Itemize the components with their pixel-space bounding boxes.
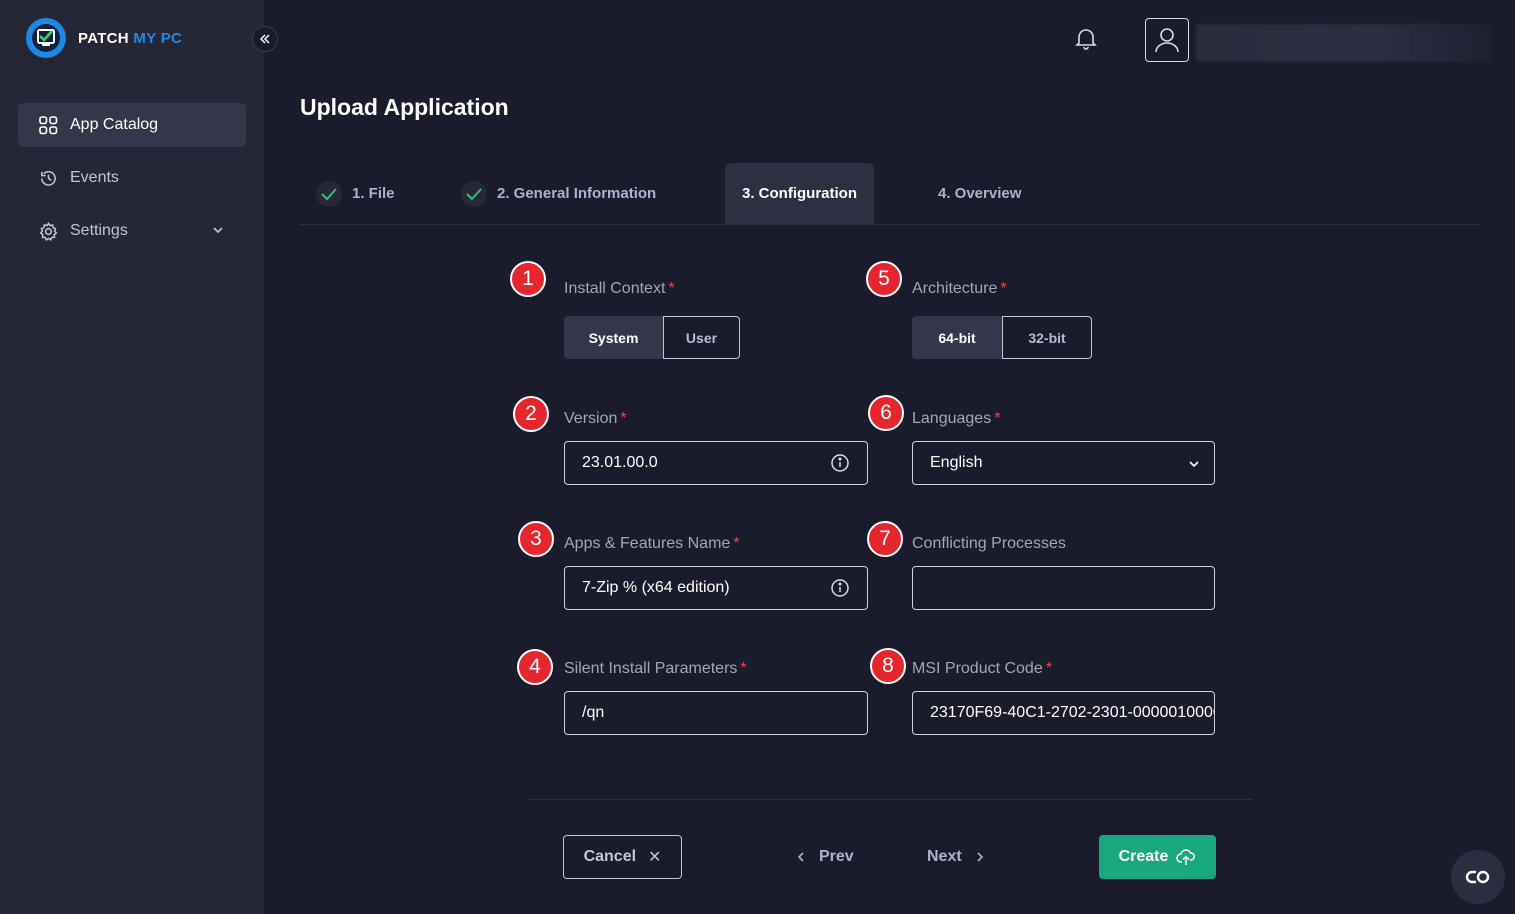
step-badge: 6 — [868, 395, 904, 431]
history-icon — [38, 168, 58, 188]
tab-general-information[interactable]: 2. General Information — [461, 163, 656, 224]
languages-value: English — [930, 454, 983, 471]
install-context-toggle: System User — [564, 316, 740, 359]
chevron-down-icon — [1188, 457, 1200, 475]
next-label: Next — [927, 848, 962, 865]
user-avatar[interactable] — [1145, 18, 1189, 62]
version-label: Version * — [564, 410, 627, 427]
create-label: Create — [1118, 848, 1169, 865]
gear-icon — [38, 221, 58, 241]
tab-label: 1. File — [352, 185, 395, 202]
create-button[interactable]: Create — [1099, 835, 1216, 879]
architecture-label: Architecture * — [912, 280, 1007, 297]
notifications-bell-icon[interactable] — [1073, 25, 1099, 51]
sidebar-item-label: Events — [70, 169, 119, 186]
tab-file[interactable]: 1. File — [316, 163, 395, 224]
languages-select[interactable]: English — [912, 441, 1215, 485]
sidebar: PATCH MY PC App Catalog Events Settings — [0, 0, 264, 914]
sidebar-item-settings[interactable]: Settings — [18, 209, 246, 253]
sidebar-item-events[interactable]: Events — [18, 156, 246, 200]
close-icon: ✕ — [648, 849, 662, 866]
version-input[interactable]: 23.01.00.0 — [564, 441, 868, 485]
architecture-32bit-option[interactable]: 32-bit — [1002, 316, 1092, 359]
step-badge: 8 — [870, 648, 906, 684]
brand-logo[interactable]: PATCH MY PC — [25, 17, 182, 59]
tab-label: 2. General Information — [497, 185, 657, 202]
chevron-right-icon — [977, 852, 983, 862]
chevron-down-icon — [212, 223, 224, 241]
step-badge: 4 — [517, 649, 553, 685]
sidebar-item-app-catalog[interactable]: App Catalog — [18, 103, 246, 147]
apps-features-name-label: Apps & Features Name * — [564, 535, 740, 552]
cloud-upload-icon — [1176, 849, 1196, 865]
msi-product-code-input[interactable]: 23170F69-40C1-2702-2301-000001000000 — [912, 691, 1215, 735]
silent-install-value: /qn — [582, 704, 605, 721]
sidebar-item-label: App Catalog — [70, 116, 159, 133]
chevron-left-icon — [797, 852, 804, 862]
step-badge: 2 — [513, 396, 549, 432]
tab-overview[interactable]: 4. Overview — [938, 163, 1021, 224]
install-context-system-option[interactable]: System — [564, 316, 663, 359]
silent-install-label: Silent Install Parameters * — [564, 660, 747, 677]
prev-button[interactable]: Prev — [795, 835, 854, 879]
conflicting-processes-label: Conflicting Processes — [912, 535, 1066, 552]
tab-label: 4. Overview — [938, 185, 1022, 202]
apps-features-name-input[interactable]: 7-Zip % (x64 edition) — [564, 566, 868, 610]
info-icon[interactable] — [830, 453, 850, 473]
next-button[interactable]: Next — [927, 835, 986, 879]
user-icon — [1155, 28, 1179, 53]
conflicting-processes-input[interactable] — [912, 566, 1215, 610]
collapse-sidebar-button[interactable] — [252, 26, 278, 52]
prev-label: Prev — [819, 848, 854, 865]
sidebar-nav: App Catalog Events Settings — [18, 103, 246, 262]
msi-product-code-value: 23170F69-40C1-2702-2301-000001000000 — [930, 704, 1215, 721]
sidebar-item-label: Settings — [70, 222, 128, 239]
step-badge: 7 — [867, 521, 903, 557]
silent-install-input[interactable]: /qn — [564, 691, 868, 735]
grid-icon — [38, 115, 58, 135]
msi-product-code-label: MSI Product Code * — [912, 660, 1052, 677]
step-badge: 5 — [866, 261, 902, 297]
version-value: 23.01.00.0 — [582, 454, 658, 471]
tab-label: 3. Configuration — [742, 185, 857, 202]
user-name-redacted — [1196, 24, 1491, 62]
checkmark-icon — [461, 180, 487, 207]
cancel-label: Cancel — [583, 848, 637, 865]
brand-name: PATCH MY PC — [78, 29, 183, 47]
languages-label: Languages * — [912, 410, 1001, 427]
info-icon[interactable] — [830, 578, 850, 598]
cancel-button[interactable]: Cancel ✕ — [563, 835, 682, 879]
tab-configuration[interactable]: 3. Configuration — [725, 163, 874, 224]
architecture-toggle: 64-bit 32-bit — [912, 316, 1092, 359]
step-badge: 1 — [510, 261, 546, 297]
architecture-64bit-option[interactable]: 64-bit — [912, 316, 1002, 359]
chat-icon — [1465, 870, 1490, 884]
install-context-label: Install Context * — [564, 280, 675, 297]
chat-support-button[interactable] — [1451, 850, 1505, 904]
footer-divider — [528, 799, 1252, 800]
install-context-user-option[interactable]: User — [663, 316, 740, 359]
patch-my-pc-logo-icon — [26, 18, 66, 58]
page-title: Upload Application — [300, 94, 509, 120]
checkmark-icon — [316, 180, 342, 207]
chevrons-left-icon — [259, 34, 270, 44]
apps-features-name-value: 7-Zip % (x64 edition) — [582, 579, 730, 596]
step-badge: 3 — [518, 521, 554, 557]
wizard-tabs: 1. File 2. General Information 3. Config… — [300, 163, 1480, 225]
